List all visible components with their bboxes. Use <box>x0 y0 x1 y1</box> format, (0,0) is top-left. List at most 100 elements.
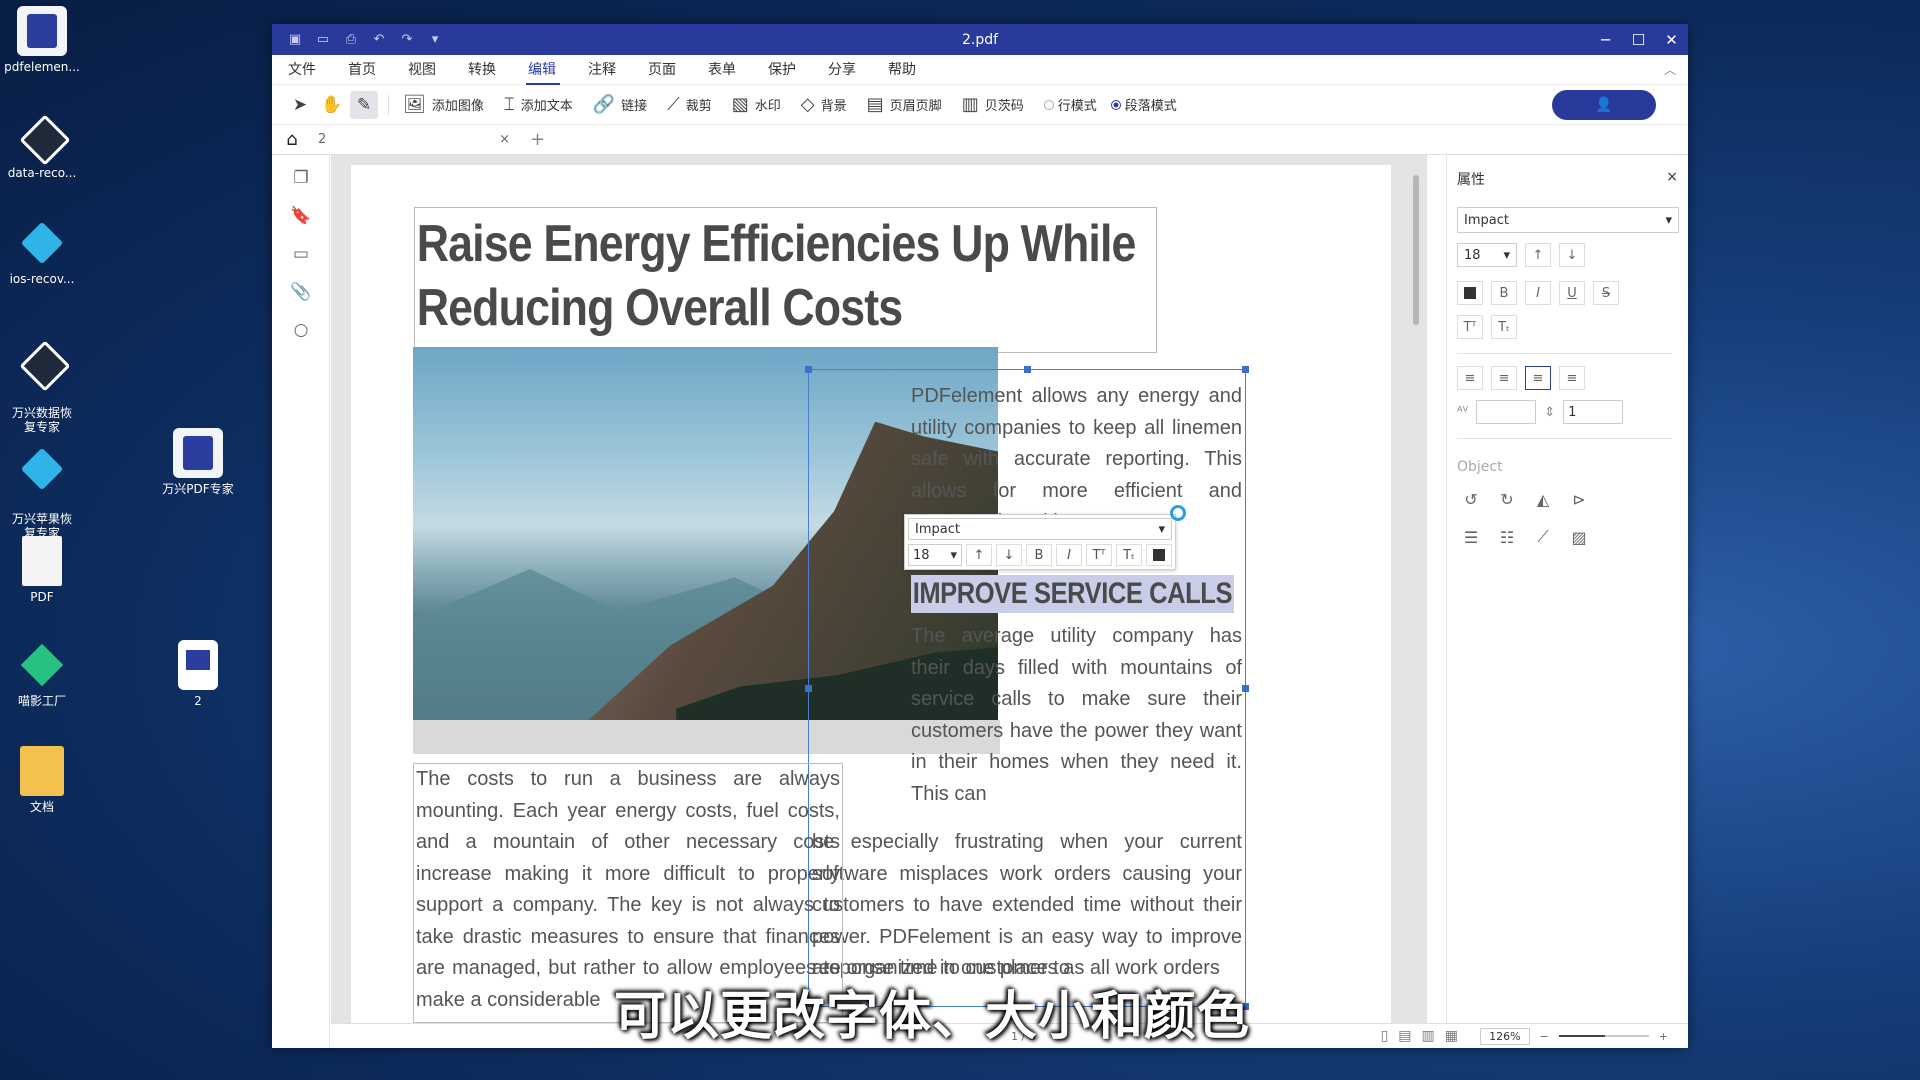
replace-image-icon[interactable]: ▨ <box>1565 523 1593 551</box>
hand-tool-icon[interactable]: ✋ <box>318 91 346 119</box>
resize-handle[interactable] <box>1242 366 1249 373</box>
redo-icon[interactable]: ↷ <box>398 31 416 49</box>
desktop-icon-filmora[interactable]: 喵影工厂 <box>0 640 90 708</box>
zoom-in-button[interactable]: + <box>1659 1030 1668 1043</box>
align-right-icon[interactable]: ≡ <box>1525 366 1551 390</box>
bold-icon[interactable]: B <box>1491 281 1517 305</box>
selected-subheading[interactable]: IMPROVE SERVICE CALLS <box>911 575 1234 613</box>
minimize-button[interactable]: ─ <box>1589 24 1622 55</box>
edit-tool-icon[interactable]: ✎ <box>350 90 378 119</box>
vertical-scrollbar[interactable] <box>1413 175 1419 325</box>
text-color-swatch[interactable] <box>1457 281 1483 305</box>
comments-icon[interactable]: ▭ <box>272 235 330 273</box>
document-tab[interactable]: 2 × <box>312 132 516 147</box>
close-panel-icon[interactable]: × <box>1666 169 1678 189</box>
menu-form[interactable]: 表单 <box>708 55 768 85</box>
link-button[interactable]: 🔗 链接 <box>593 94 647 115</box>
thumbnails-icon[interactable]: ❐ <box>272 159 330 197</box>
desktop-icon-ios-recovery[interactable]: ios-recov... <box>0 218 90 286</box>
italic-icon[interactable]: I <box>1525 281 1551 305</box>
desktop-icon-pdf[interactable]: PDF <box>0 536 90 604</box>
bookmark-icon[interactable]: 🔖 <box>272 197 330 235</box>
font-color-swatch[interactable] <box>1146 544 1172 566</box>
customize-dropdown-icon[interactable]: ▾ <box>426 31 444 49</box>
collapse-ribbon-icon[interactable]: ︿ <box>1664 61 1676 78</box>
headline-text-box[interactable]: Raise Energy Efficiencies Up While Reduc… <box>414 207 1157 353</box>
popup-font-dropdown[interactable]: Impact ▾ <box>908 518 1172 540</box>
add-text-button[interactable]: ⌶ 添加文本 <box>504 94 573 115</box>
underline-icon[interactable]: U <box>1559 281 1585 305</box>
maximize-button[interactable]: ☐ <box>1622 24 1655 55</box>
zoom-slider[interactable] <box>1558 1035 1649 1037</box>
distribute-objects-icon[interactable]: ☷ <box>1493 523 1521 551</box>
rotate-right-icon[interactable]: ↻ <box>1493 485 1521 513</box>
resize-handle[interactable] <box>805 685 812 692</box>
align-center-icon[interactable]: ≡ <box>1491 366 1517 390</box>
italic-icon[interactable]: I <box>1056 544 1082 566</box>
close-tab-icon[interactable]: × <box>499 132 510 147</box>
superscript-icon[interactable]: Tᵀ <box>1086 544 1112 566</box>
bold-icon[interactable]: B <box>1026 544 1052 566</box>
crop-button[interactable]: ⟋ 裁剪 <box>667 94 712 115</box>
menu-page[interactable]: 页面 <box>648 55 708 85</box>
align-justify-icon[interactable]: ≡ <box>1559 366 1585 390</box>
print-icon[interactable]: ⎙ <box>342 31 360 49</box>
desktop-icon-pdfelement-cn[interactable]: 万兴PDF专家 <box>150 428 246 496</box>
menu-share[interactable]: 分享 <box>828 55 888 85</box>
menu-edit[interactable]: 编辑 <box>526 55 588 85</box>
close-button[interactable]: ✕ <box>1655 24 1688 55</box>
menu-help[interactable]: 帮助 <box>888 55 948 85</box>
menu-home[interactable]: 首页 <box>348 55 408 85</box>
headline-text[interactable]: Raise Energy Efficiencies Up While Reduc… <box>415 208 1155 344</box>
resize-handle[interactable] <box>1242 685 1249 692</box>
desktop-icon-data-recovery[interactable]: data-reco... <box>0 112 90 180</box>
menu-comment[interactable]: 注释 <box>588 55 648 85</box>
superscript-icon[interactable]: Tᵀ <box>1457 315 1483 339</box>
search-icon[interactable]: ○ <box>272 311 330 349</box>
zoom-level[interactable]: 126% <box>1480 1027 1530 1045</box>
desktop-icon-pdf-document[interactable]: 2 <box>150 640 246 708</box>
subscript-icon[interactable]: Tₜ <box>1116 544 1142 566</box>
paragraph-mode-radio[interactable]: 段落模式 <box>1110 95 1177 114</box>
header-footer-button[interactable]: ▤ 页眉页脚 <box>867 94 942 115</box>
resize-handle[interactable] <box>1024 366 1031 373</box>
save-icon[interactable]: ▭ <box>314 31 332 49</box>
rotate-left-icon[interactable]: ↺ <box>1457 485 1485 513</box>
character-spacing-input[interactable] <box>1476 400 1537 424</box>
font-family-dropdown[interactable]: Impact ▾ <box>1457 207 1679 233</box>
popup-size-dropdown[interactable]: 18 ▾ <box>908 544 962 566</box>
flip-vertical-icon[interactable]: ⊳ <box>1565 485 1593 513</box>
flip-horizontal-icon[interactable]: ◭ <box>1529 485 1557 513</box>
desktop-icon-pdfelement[interactable]: pdfelemen... <box>0 6 90 74</box>
select-tool-icon[interactable]: ➤ <box>286 91 314 119</box>
watermark-button[interactable]: ▧ 水印 <box>732 94 781 115</box>
zoom-out-button[interactable]: − <box>1540 1030 1549 1043</box>
single-page-view-icon[interactable]: ▯ <box>1381 1028 1389 1044</box>
align-left-icon[interactable]: ≡ <box>1457 366 1483 390</box>
continuous-view-icon[interactable]: ▤ <box>1398 1028 1411 1044</box>
decrease-size-icon[interactable]: ↓ <box>996 544 1022 566</box>
home-icon[interactable]: ⌂ <box>272 129 312 150</box>
pdf-page[interactable]: Raise Energy Efficiencies Up While Reduc… <box>351 165 1391 1023</box>
grid-view-icon[interactable]: ▦ <box>1445 1028 1458 1044</box>
document-canvas[interactable]: Raise Energy Efficiencies Up While Reduc… <box>331 155 1427 1023</box>
line-mode-radio[interactable]: 行模式 <box>1043 95 1097 114</box>
add-image-button[interactable]: 🖼 添加图像 <box>403 94 484 115</box>
font-size-dropdown[interactable]: 18 ▾ <box>1457 243 1517 267</box>
menu-protect[interactable]: 保护 <box>768 55 828 85</box>
subscript-icon[interactable]: Tₜ <box>1491 315 1517 339</box>
increase-size-icon[interactable]: ↑ <box>966 544 992 566</box>
bates-button[interactable]: ▥ 贝茨码 <box>962 94 1024 115</box>
add-tab-button[interactable]: + <box>530 129 545 150</box>
decrease-font-icon[interactable]: ↓ <box>1559 243 1585 267</box>
undo-icon[interactable]: ↶ <box>370 31 388 49</box>
menu-view[interactable]: 视图 <box>408 55 468 85</box>
line-spacing-input[interactable]: 1 <box>1563 400 1624 424</box>
menu-file[interactable]: 文件 <box>288 55 348 85</box>
increase-font-icon[interactable]: ↑ <box>1525 243 1551 267</box>
attachment-icon[interactable]: 📎 <box>272 273 330 311</box>
menu-convert[interactable]: 转换 <box>468 55 528 85</box>
desktop-icon-folder[interactable]: 文档 <box>0 746 90 814</box>
account-button[interactable]: 👤 <box>1552 89 1656 120</box>
two-page-view-icon[interactable]: ▥ <box>1422 1028 1435 1044</box>
